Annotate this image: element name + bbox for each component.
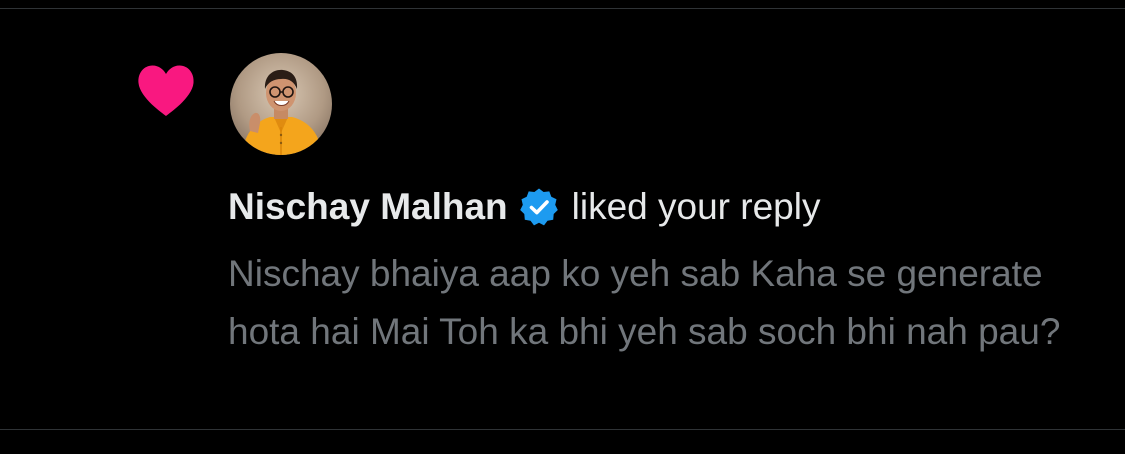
user-name[interactable]: Nischay Malhan — [228, 181, 508, 233]
heart-icon — [136, 64, 196, 118]
divider-bottom — [0, 429, 1125, 430]
action-text: liked your reply — [571, 186, 821, 227]
notification-headline: Nischay Malhan liked your reply — [228, 181, 821, 233]
like-notification[interactable]: Nischay Malhan liked your reply Nischay … — [0, 9, 1125, 429]
reply-text: Nischay bhaiya aap ko yeh sab Kaha se ge… — [228, 253, 1061, 352]
avatar[interactable] — [230, 53, 332, 155]
verified-badge-icon — [519, 187, 559, 227]
